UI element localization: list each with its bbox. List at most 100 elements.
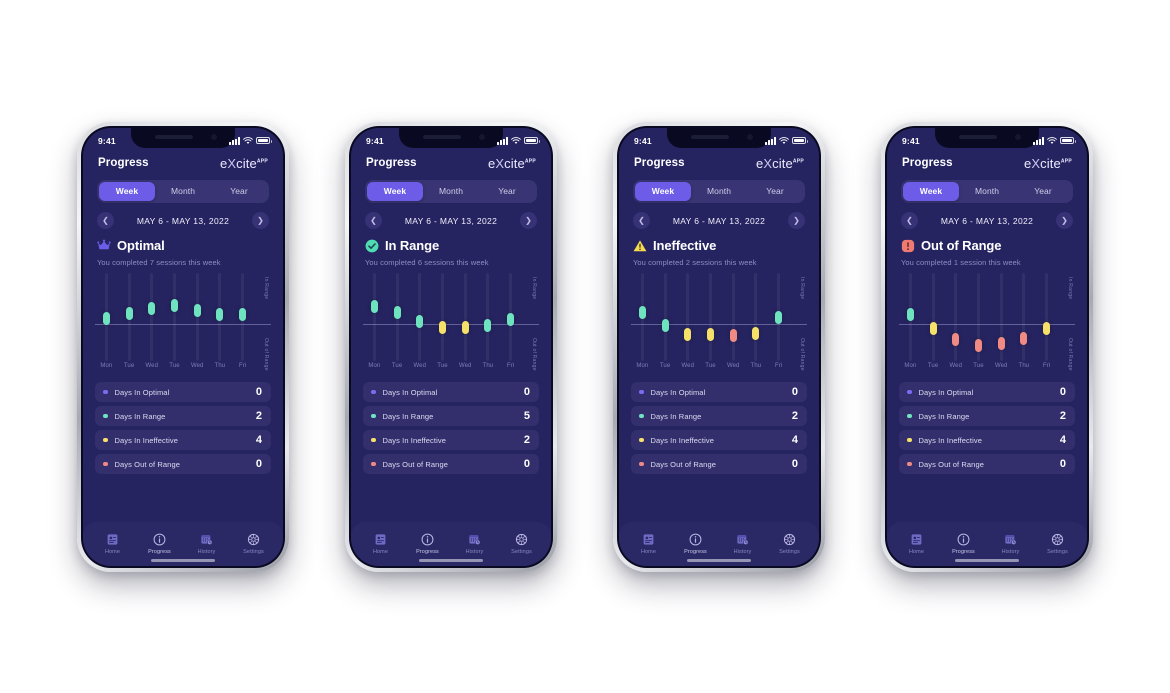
tab-history[interactable]: History bbox=[723, 527, 763, 555]
status-headline: Out of Range bbox=[901, 238, 1073, 253]
legend-dot-in-range bbox=[907, 413, 912, 419]
summary-row-ineffective[interactable]: Days In Ineffective 4 bbox=[631, 430, 807, 450]
segment-month[interactable]: Month bbox=[155, 182, 211, 202]
tab-history[interactable]: History bbox=[187, 527, 227, 555]
segment-week[interactable]: Week bbox=[367, 181, 423, 201]
summary-row-label: Days In Ineffective bbox=[382, 435, 446, 445]
period-segmented-control[interactable]: Week Month Year bbox=[365, 179, 537, 203]
tab-home[interactable]: Home bbox=[629, 527, 669, 555]
tab-home[interactable]: Home bbox=[93, 527, 133, 555]
chart-column-guide bbox=[954, 273, 958, 361]
chart-point bbox=[439, 321, 446, 335]
segment-month[interactable]: Month bbox=[423, 182, 479, 202]
tab-settings[interactable]: Settings bbox=[502, 527, 542, 555]
tab-history[interactable]: History bbox=[455, 527, 495, 555]
home-indicator bbox=[687, 558, 751, 562]
chevron-right-icon[interactable]: ❯ bbox=[788, 212, 805, 229]
summary-row-value: 0 bbox=[791, 458, 798, 470]
chart-column-guide bbox=[709, 273, 712, 361]
summary-row-out-of-range[interactable]: Days Out of Range 0 bbox=[899, 454, 1075, 474]
progress-info-icon bbox=[153, 533, 166, 546]
summary-row-optimal[interactable]: Days In Optimal 0 bbox=[631, 382, 807, 402]
chart-y-label-bottom: Out of Range bbox=[799, 338, 805, 371]
chart-x-label: Fri bbox=[1042, 363, 1051, 369]
chart-column-guide bbox=[173, 273, 176, 361]
chart-x-label: Mon bbox=[904, 363, 917, 369]
legend-dot-optimal bbox=[639, 389, 644, 395]
date-navigator: ❮ MAY 6 - MAY 13, 2022 ❯ bbox=[97, 212, 269, 229]
summary-row-optimal[interactable]: Days In Optimal 0 bbox=[899, 382, 1075, 402]
page-title: Progress bbox=[366, 157, 417, 169]
segment-week[interactable]: Week bbox=[635, 181, 691, 201]
summary-row-in-range[interactable]: Days In Range 2 bbox=[631, 406, 807, 426]
chevron-left-icon[interactable]: ❮ bbox=[97, 212, 114, 229]
segment-year[interactable]: Year bbox=[479, 182, 535, 202]
summary-row-optimal[interactable]: Days In Optimal 0 bbox=[363, 382, 539, 402]
excite-app-logo: eXciteAPP bbox=[220, 155, 268, 171]
summary-row-optimal[interactable]: Days In Optimal 0 bbox=[95, 382, 271, 402]
summary-row-value: 2 bbox=[791, 410, 798, 422]
tab-settings[interactable]: Settings bbox=[234, 527, 274, 555]
tab-progress[interactable]: Progress bbox=[944, 527, 984, 555]
summary-row-label: Days In Range bbox=[114, 411, 166, 421]
tab-progress[interactable]: Progress bbox=[140, 527, 180, 555]
segment-month[interactable]: Month bbox=[959, 182, 1015, 202]
date-range-label: MAY 6 - MAY 13, 2022 bbox=[404, 215, 498, 226]
status-title: Ineffective bbox=[653, 238, 717, 253]
chevron-left-icon[interactable]: ❮ bbox=[901, 212, 918, 229]
tab-history[interactable]: History bbox=[991, 527, 1031, 555]
tab-settings[interactable]: Settings bbox=[1038, 527, 1078, 555]
period-segmented-control[interactable]: Week Month Year bbox=[901, 179, 1073, 203]
chevron-right-icon[interactable]: ❯ bbox=[252, 212, 269, 229]
chevron-left-icon[interactable]: ❮ bbox=[365, 212, 382, 229]
chart-point bbox=[216, 308, 224, 322]
chart-point bbox=[148, 302, 156, 316]
chart-threshold-line bbox=[95, 324, 271, 326]
summary-row-out-of-range[interactable]: Days Out of Range 0 bbox=[95, 454, 271, 474]
period-segmented-control[interactable]: Week Month Year bbox=[97, 179, 269, 203]
tab-home[interactable]: Home bbox=[897, 527, 937, 555]
segment-year[interactable]: Year bbox=[747, 182, 803, 202]
chart-x-label: Wed bbox=[458, 363, 472, 369]
chevron-left-icon[interactable]: ❮ bbox=[633, 212, 650, 229]
tab-label: History bbox=[1001, 548, 1020, 555]
summary-row-in-range[interactable]: Days In Range 2 bbox=[95, 406, 271, 426]
summary-row-out-of-range[interactable]: Days Out of Range 0 bbox=[363, 454, 539, 474]
segment-year[interactable]: Year bbox=[1015, 182, 1071, 202]
date-navigator: ❮ MAY 6 - MAY 13, 2022 ❯ bbox=[365, 212, 537, 229]
summary-row-out-of-range[interactable]: Days Out of Range 0 bbox=[631, 454, 807, 474]
status-headline: Ineffective bbox=[633, 238, 805, 253]
warning-triangle-icon bbox=[633, 239, 647, 253]
summary-row-in-range[interactable]: Days In Range 5 bbox=[363, 406, 539, 426]
status-title: Optimal bbox=[117, 238, 165, 253]
summary-row-ineffective[interactable]: Days In Ineffective 4 bbox=[95, 430, 271, 450]
summary-list: Days In Optimal 0 Days In Range 5 Days I… bbox=[363, 382, 539, 474]
chart-column-guide bbox=[150, 273, 154, 361]
settings-gear-icon bbox=[1051, 533, 1064, 546]
summary-row-in-range[interactable]: Days In Range 2 bbox=[899, 406, 1075, 426]
status-time: 9:41 bbox=[366, 135, 384, 146]
phone-bezel: 9:41 Progress eXciteAPP Week Month Year ❮ … bbox=[885, 125, 1089, 568]
tab-settings[interactable]: Settings bbox=[770, 527, 810, 555]
chevron-right-icon[interactable]: ❯ bbox=[520, 212, 537, 229]
summary-row-value: 4 bbox=[791, 434, 798, 446]
summary-row-ineffective[interactable]: Days In Ineffective 2 bbox=[363, 430, 539, 450]
tab-progress[interactable]: Progress bbox=[676, 527, 716, 555]
segment-week[interactable]: Week bbox=[99, 181, 155, 201]
segment-month[interactable]: Month bbox=[691, 182, 747, 202]
period-segmented-control[interactable]: Week Month Year bbox=[633, 179, 805, 203]
tab-home[interactable]: Home bbox=[361, 527, 401, 555]
chart-x-axis: Mon Tue Wed Tue Wed Thu Fri bbox=[631, 363, 790, 375]
tab-progress[interactable]: Progress bbox=[408, 527, 448, 555]
segment-week[interactable]: Week bbox=[903, 181, 959, 201]
chart-column-guide bbox=[1045, 273, 1049, 361]
history-calendar-icon bbox=[1004, 533, 1017, 546]
summary-list: Days In Optimal 0 Days In Range 2 Days I… bbox=[631, 382, 807, 474]
summary-row-label: Days In Ineffective bbox=[918, 435, 982, 445]
chevron-right-icon[interactable]: ❯ bbox=[1056, 212, 1073, 229]
app-screen: 9:41 Progress eXciteAPP Week Month Year ❮ … bbox=[887, 127, 1087, 566]
summary-row-ineffective[interactable]: Days In Ineffective 4 bbox=[899, 430, 1075, 450]
chart-x-label: Mon bbox=[636, 363, 649, 369]
chart-column-guide bbox=[441, 273, 444, 361]
segment-year[interactable]: Year bbox=[211, 182, 267, 202]
